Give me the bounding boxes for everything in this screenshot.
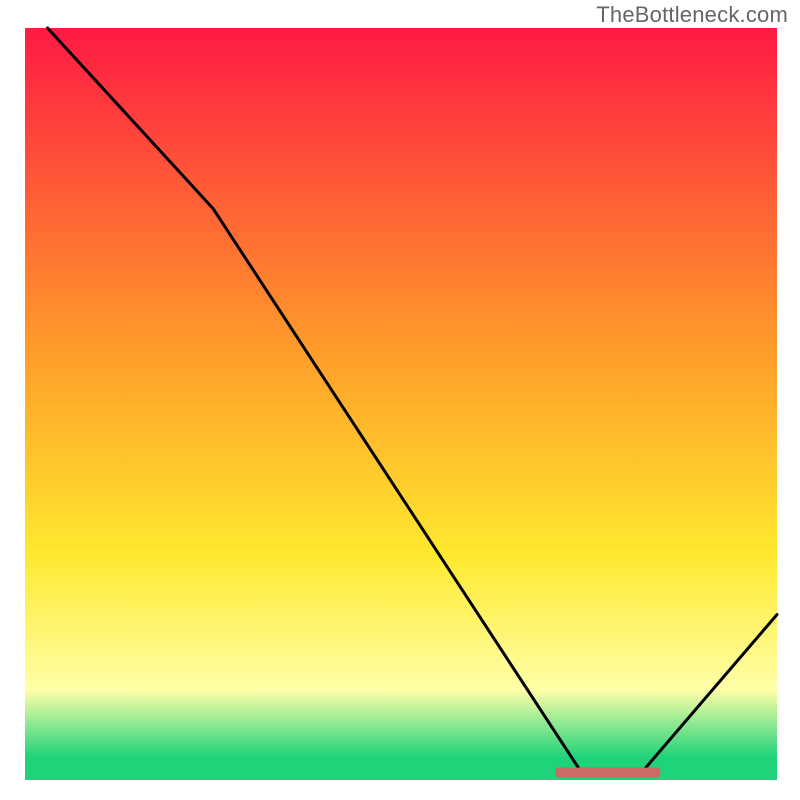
- chart-container: TheBottleneck.com: [0, 0, 800, 800]
- chart-svg: [0, 0, 800, 800]
- chart-background: [25, 28, 777, 780]
- optimal-range-marker: [555, 767, 660, 777]
